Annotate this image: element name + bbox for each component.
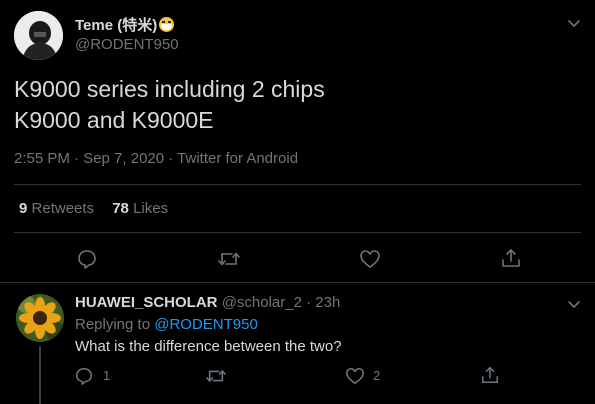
tweet-stats: 9 Retweets 78 Likes: [19, 200, 168, 217]
share-icon: [502, 249, 520, 267]
likes-stat[interactable]: 78 Likes: [112, 200, 168, 217]
reply-retweet-button[interactable]: [205, 366, 227, 386]
like-button[interactable]: [359, 248, 381, 270]
retweet-icon: [218, 252, 240, 266]
retweets-count: 9: [19, 200, 28, 217]
replying-to: Replying to @RODENT950: [75, 316, 258, 333]
author-avatar[interactable]: [14, 11, 63, 60]
retweets-stat[interactable]: 9 Retweets: [19, 200, 98, 217]
reply-icon: [78, 250, 96, 269]
heart-icon: [360, 250, 380, 268]
mask-emoji-icon: [159, 17, 175, 32]
likes-label: Likes: [133, 200, 169, 217]
reply-like-count: 2: [373, 368, 381, 383]
author-handle[interactable]: @RODENT950: [75, 36, 179, 53]
share-button[interactable]: [500, 247, 522, 269]
divider: [14, 184, 581, 185]
retweets-label: Retweets: [31, 200, 95, 217]
divider: [14, 232, 581, 233]
reply-share-button[interactable]: [480, 365, 500, 385]
tweet-text-line-2: K9000 and K9000E: [14, 107, 214, 133]
heart-icon: [346, 367, 364, 385]
tweet-text: K9000 series including 2 chips K9000 and…: [14, 74, 325, 136]
reply-author-name[interactable]: HUAWEI_SCHOLAR: [75, 294, 218, 311]
reply-reply-count: 1: [103, 368, 111, 383]
reply-button[interactable]: [76, 248, 98, 270]
divider: [0, 282, 595, 283]
reply-reply-button[interactable]: [74, 366, 94, 386]
replying-to-label: Replying to: [75, 316, 151, 333]
tweet-meta: 2:55 PM · Sep 7, 2020 · Twitter for Andr…: [14, 150, 299, 167]
retweet-button[interactable]: [217, 248, 241, 270]
replying-to-handle[interactable]: @RODENT950: [154, 316, 258, 333]
reply-thread-line: [39, 346, 41, 404]
chevron-down-icon[interactable]: [566, 15, 582, 31]
reply-chevron-down-icon[interactable]: [566, 296, 582, 312]
reply-time[interactable]: · 23h: [306, 294, 340, 311]
share-icon: [481, 366, 499, 384]
retweet-icon: [206, 370, 226, 382]
reply-author-avatar[interactable]: [16, 294, 64, 342]
reply-author-handle[interactable]: @scholar_2: [222, 294, 302, 311]
tweet-text-line-1: K9000 series including 2 chips: [14, 76, 325, 102]
likes-count: 78: [112, 200, 129, 217]
reply-icon: [75, 367, 93, 385]
author-name[interactable]: Teme (特米): [75, 14, 175, 35]
reply-header: HUAWEI_SCHOLAR @scholar_2 · 23h: [75, 294, 340, 311]
author-name-text[interactable]: Teme (特米): [75, 17, 157, 34]
reply-text: What is the difference between the two?: [75, 338, 342, 355]
reply-like-button[interactable]: [345, 366, 365, 386]
